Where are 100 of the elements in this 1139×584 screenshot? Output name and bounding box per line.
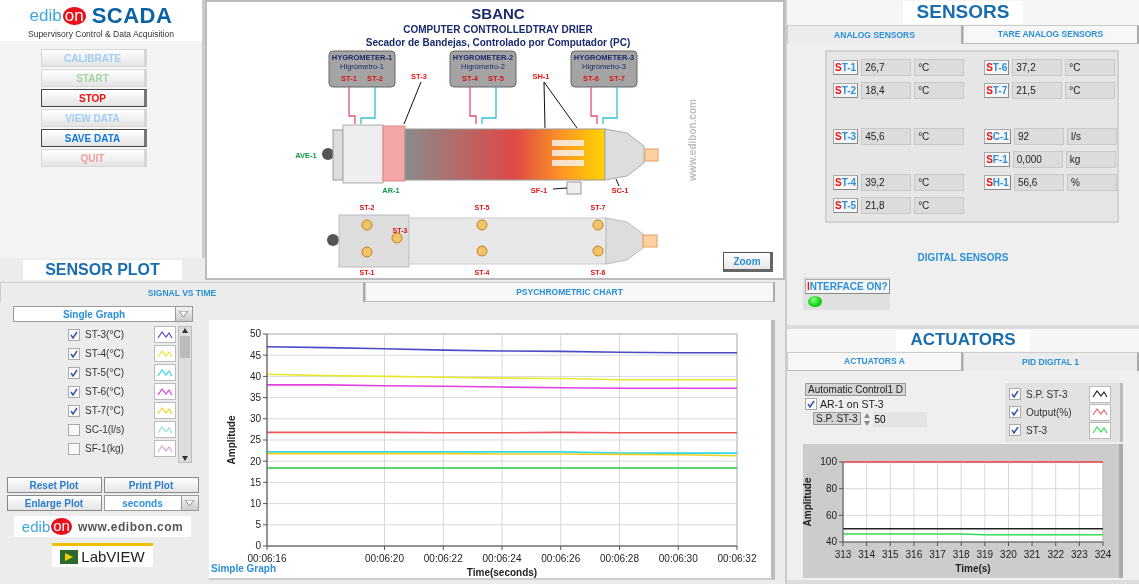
axis-tick-label: 00:06:28 [600,553,639,564]
axis-tick-label: 314 [858,548,875,560]
axis-tick-label: 00:06:26 [541,553,581,564]
leader-line [403,81,422,125]
digital-sensors-heading: DIGITAL SENSORS [917,251,1009,263]
value-field: 37,2 [1012,58,1063,76]
axis-tick-label: 40 [825,536,837,548]
tab[interactable]: PSYCHROMETRIC CHART [365,282,775,302]
unit-field: % [1066,173,1117,191]
axis-tick-label: 00:06:30 [658,553,698,564]
setpoint-field[interactable]: 50 [872,411,927,427]
legend-label: ST-4(°C) [85,348,125,359]
axis-tick-label: 316 [905,548,923,560]
diagram-subtitle: COMPUTER CONTROLLEDTRAY DRIER [403,24,593,35]
axis-tick-label: 80 [825,482,837,494]
scroll-down-icon[interactable] [181,454,189,462]
axis-title: Time(s) [955,562,991,574]
graph-mode-dropdown[interactable]: Single Graph [12,306,193,322]
sensor-tag: SF-1 [984,151,1010,167]
reset-plot-button[interactable]: Reset Plot [6,477,102,493]
hygrometer-box [570,50,638,88]
setpoint-label: S.P. ST-3 [813,411,861,425]
unit-field: kg [1065,150,1116,168]
axis-tick-label: 00:06:20 [365,553,404,564]
axis-tick-label: 50 [249,328,261,340]
checkbox[interactable] [805,397,817,410]
checkbox[interactable] [68,385,80,398]
value-field: 45,6 [861,127,912,145]
brand-logo: edib on [29,6,86,26]
checkbox[interactable] [68,442,80,455]
section-title: ACTUATORS [896,330,1030,351]
checkbox[interactable] [68,366,80,379]
unit-field: °C [1065,58,1116,76]
axis-tick-label: 320 [1000,548,1017,560]
axis-tick-label: 00:06:16 [247,553,287,564]
legend-label: Output(%) [1026,406,1073,418]
sensor-tag: ST-5 [833,197,859,213]
print-plot-button[interactable]: Print Plot [103,477,199,493]
scrollbar[interactable] [178,326,192,463]
control-button[interactable]: STOP [40,89,147,107]
interface-label: INTERFACE ON? [805,278,890,294]
checkbox[interactable] [68,347,80,360]
sensor-tag: ST-1 [833,59,859,75]
checkbox[interactable] [68,328,80,341]
sensor-tag: ST-4 [833,174,859,190]
spinner-arrows-icon[interactable] [862,411,871,427]
axis-title: Amplitude [226,415,237,465]
control-button[interactable]: SAVE DATA [40,129,147,147]
sensor-wire [348,86,356,125]
section-title: SENSORS [902,1,1024,24]
axis-tick-label: 10 [249,497,261,509]
checkbox[interactable] [1009,424,1021,437]
sensor-tag: ST-6 [984,59,1010,75]
legend-label: SC-1(l/s) [85,424,126,435]
value-field: 0,000 [1012,150,1063,168]
sensor-wire [590,86,598,125]
legend-label: ST-3 [1026,424,1049,436]
sensor-tag: SC-1 [984,128,1011,144]
mode-label: Automatic Control1 D [805,382,907,396]
unit-field: °C [914,127,965,145]
checkbox[interactable] [1009,406,1021,419]
tagline: Supervisory Control & Data Acquisition [28,29,174,39]
caret-icon [180,496,198,510]
checkbox[interactable] [1009,388,1021,401]
scroll-thumb[interactable] [180,336,190,358]
axis-tick-label: 321 [1023,548,1041,560]
axis-tick-label: 322 [1047,548,1065,560]
axis-title: Amplitude [803,477,813,527]
enlarge-plot-button[interactable]: Enlarge Plot [6,495,102,511]
checkbox[interactable] [68,404,80,417]
axis-tick-label: 100 [820,456,837,468]
hygrometer-box [449,50,517,88]
axis-tick-label: 40 [249,370,261,382]
section-title: SENSOR PLOT [23,260,182,280]
value-field: 56,6 [1013,173,1064,191]
checkbox[interactable] [68,423,80,436]
labview-logo: LabVIEW [52,543,153,567]
unit-field: °C [914,173,965,191]
unit-field: °C [914,81,965,99]
axis-tick-label: 25 [249,434,261,446]
axis-tick-label: 324 [1094,548,1112,560]
axis-tick-label: 35 [249,391,261,403]
leader-line [552,187,568,190]
axis-tick-label: 317 [929,548,946,560]
axis-tick-label: 00:06:32 [717,553,757,564]
diagram-title: SBANC [471,5,525,22]
axis-tick-label: 45 [249,349,261,361]
axis-tick-label: 20 [249,455,261,467]
tab[interactable]: SIGNAL VS TIME [0,282,365,302]
legend-label: ST-5(°C) [85,367,125,378]
time-unit-dropdown[interactable]: seconds [103,495,199,511]
axis-tick-label: 323 [1071,548,1088,560]
website-text: www.edibon.com [687,99,698,181]
sensor-tag: SH-1 [984,174,1011,190]
sensor-tag: ST-3 [833,128,859,144]
zoom-button[interactable]: Zoom [723,252,773,272]
axis-tick-label: 5 [255,519,261,531]
value-field: 21,8 [861,196,912,214]
axis-tick-label: 30 [249,413,261,425]
sensor-tag: ST-2 [833,82,859,98]
